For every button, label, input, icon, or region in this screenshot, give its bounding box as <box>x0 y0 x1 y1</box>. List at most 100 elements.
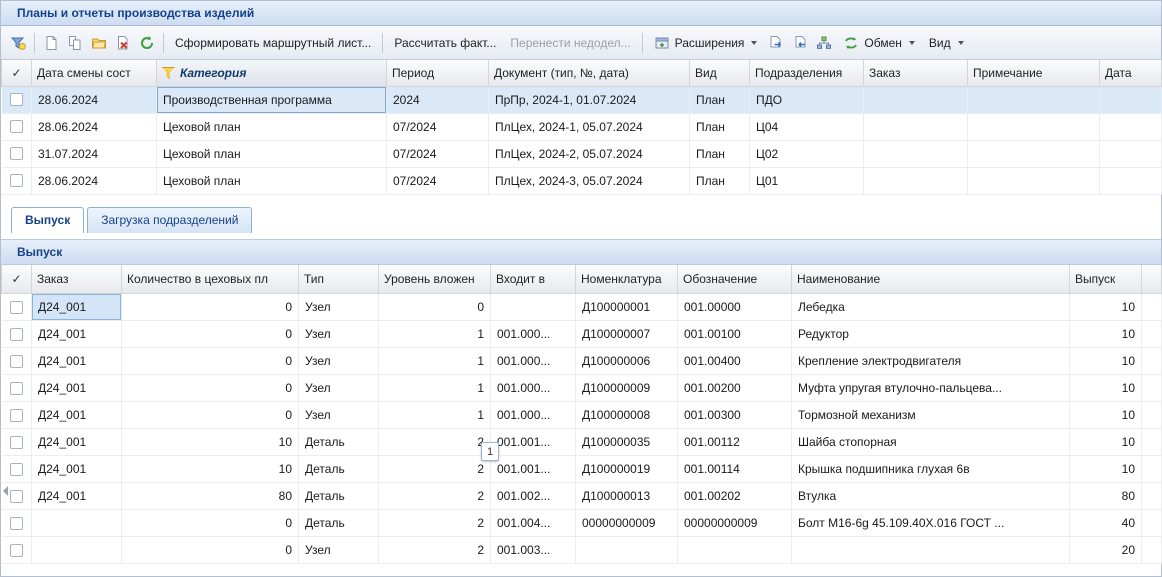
cell[interactable] <box>1100 167 1162 194</box>
cell[interactable]: Цеховой план <box>157 140 387 167</box>
cell[interactable]: Д24_001 <box>32 483 122 510</box>
cell[interactable]: 10 <box>122 429 299 456</box>
cell[interactable]: Ц04 <box>750 113 864 140</box>
create-button[interactable] <box>39 30 63 56</box>
row-checkbox[interactable] <box>10 544 23 557</box>
cell[interactable] <box>1100 86 1162 113</box>
cell[interactable]: 10 <box>1070 429 1142 456</box>
cell[interactable]: 2024 <box>387 86 489 113</box>
cell[interactable]: Крышка подшипника глухая 6в <box>792 456 1070 483</box>
cell[interactable]: 001.001... <box>491 429 576 456</box>
cell[interactable] <box>968 167 1100 194</box>
row-checkbox[interactable] <box>10 409 23 422</box>
column-header[interactable]: Наименование <box>792 265 1070 294</box>
cell[interactable]: Д24_001 <box>32 402 122 429</box>
table-row[interactable]: Д24_0010Узел1001.000...Д100000008001.003… <box>2 402 1162 429</box>
cell[interactable]: 001.00400 <box>678 348 792 375</box>
cell[interactable]: 2 <box>379 456 491 483</box>
cell[interactable]: Деталь <box>299 456 379 483</box>
cell[interactable]: 001.003... <box>491 537 576 564</box>
table-row[interactable]: Д24_0010Узел1001.000...Д100000009001.002… <box>2 375 1162 402</box>
cell[interactable] <box>1100 113 1162 140</box>
row-checkbox[interactable] <box>10 328 23 341</box>
cell[interactable]: Д24_001 <box>32 429 122 456</box>
cell[interactable]: 40 <box>1070 510 1142 537</box>
cell[interactable]: 0 <box>122 321 299 348</box>
cell[interactable]: 001.00112 <box>678 429 792 456</box>
cell[interactable]: ПДО <box>750 86 864 113</box>
cell[interactable]: ПрПр, 2024-1, 01.07.2024 <box>489 86 690 113</box>
row-checkbox[interactable] <box>10 147 23 160</box>
cell[interactable]: План <box>690 86 750 113</box>
cell[interactable]: 001.004... <box>491 510 576 537</box>
column-header[interactable]: Примечание <box>968 60 1100 86</box>
table-row[interactable]: 0Узел2001.003...20 <box>2 537 1162 564</box>
cell[interactable] <box>491 294 576 321</box>
cell[interactable]: Крепление электродвигателя <box>792 348 1070 375</box>
table-row[interactable]: Д24_00110Деталь2001.001...Д100000019001.… <box>2 456 1162 483</box>
cell[interactable]: 10 <box>1070 375 1142 402</box>
cell[interactable]: 2 <box>379 429 491 456</box>
row-checkbox[interactable] <box>10 490 23 503</box>
tab-zagruzka-podrazdelenij[interactable]: Загрузка подразделений <box>87 207 252 233</box>
column-header[interactable]: Входит в <box>491 265 576 294</box>
cell[interactable]: Д100000007 <box>576 321 678 348</box>
column-header[interactable]: Уровень вложен <box>379 265 491 294</box>
cell[interactable]: Деталь <box>299 429 379 456</box>
cell[interactable]: 10 <box>1070 321 1142 348</box>
cell[interactable]: 001.001... <box>491 456 576 483</box>
cell[interactable]: План <box>690 167 750 194</box>
cell[interactable]: 10 <box>1070 402 1142 429</box>
cell[interactable]: Узел <box>299 537 379 564</box>
cell[interactable]: 10 <box>1070 294 1142 321</box>
cell[interactable]: 0 <box>379 294 491 321</box>
cell[interactable]: Узел <box>299 294 379 321</box>
cell[interactable]: Муфта упругая втулочно-пальцева... <box>792 375 1070 402</box>
column-header[interactable]: ✓ <box>2 60 32 86</box>
table-row[interactable]: Д24_0010Узел1001.000...Д100000007001.001… <box>2 321 1162 348</box>
row-checkbox[interactable] <box>10 436 23 449</box>
column-header[interactable]: Выпуск <box>1070 265 1142 294</box>
column-header[interactable]: Обозначение <box>678 265 792 294</box>
cell[interactable]: 001.00000 <box>678 294 792 321</box>
cell[interactable]: 001.00200 <box>678 375 792 402</box>
cell[interactable]: Д100000019 <box>576 456 678 483</box>
row-checkbox[interactable] <box>10 517 23 530</box>
column-header[interactable]: Подразделения <box>750 60 864 86</box>
cell[interactable]: 1 <box>379 375 491 402</box>
cell[interactable]: Цеховой план <box>157 167 387 194</box>
cell[interactable]: 2 <box>379 483 491 510</box>
cell[interactable]: 001.000... <box>491 375 576 402</box>
cell[interactable]: Деталь <box>299 510 379 537</box>
cell[interactable]: Узел <box>299 375 379 402</box>
cell[interactable]: Д100000006 <box>576 348 678 375</box>
cell[interactable]: 1 <box>379 348 491 375</box>
table-row[interactable]: Д24_0010Узел0Д100000001001.00000Лебедка1… <box>2 294 1162 321</box>
cell[interactable]: Втулка <box>792 483 1070 510</box>
cell[interactable]: Д24_001 <box>32 294 122 321</box>
cell[interactable]: Редуктор <box>792 321 1070 348</box>
column-header[interactable]: Номенклатура <box>576 265 678 294</box>
cell[interactable] <box>968 86 1100 113</box>
cell[interactable]: ПлЦех, 2024-1, 05.07.2024 <box>489 113 690 140</box>
row-checkbox[interactable] <box>10 120 23 133</box>
row-checkbox[interactable] <box>10 355 23 368</box>
cell[interactable]: 07/2024 <box>387 113 489 140</box>
cell[interactable]: Шайба стопорная <box>792 429 1070 456</box>
cell[interactable]: 00000000009 <box>576 510 678 537</box>
cell[interactable]: 0 <box>122 348 299 375</box>
cell[interactable]: 10 <box>1070 456 1142 483</box>
import-button[interactable] <box>788 30 812 56</box>
cell[interactable]: Тормозной механизм <box>792 402 1070 429</box>
row-checkbox[interactable] <box>10 301 23 314</box>
cell[interactable]: Деталь <box>299 483 379 510</box>
cell[interactable]: 001.000... <box>491 321 576 348</box>
cell[interactable]: Д100000008 <box>576 402 678 429</box>
cell[interactable]: ПлЦех, 2024-3, 05.07.2024 <box>489 167 690 194</box>
cell[interactable] <box>864 86 968 113</box>
filter-button[interactable] <box>6 30 30 56</box>
cell[interactable]: 80 <box>122 483 299 510</box>
cell[interactable]: 07/2024 <box>387 167 489 194</box>
column-header[interactable]: Дата смены сост <box>32 60 157 86</box>
table-row[interactable]: Д24_0010Узел1001.000...Д100000006001.004… <box>2 348 1162 375</box>
